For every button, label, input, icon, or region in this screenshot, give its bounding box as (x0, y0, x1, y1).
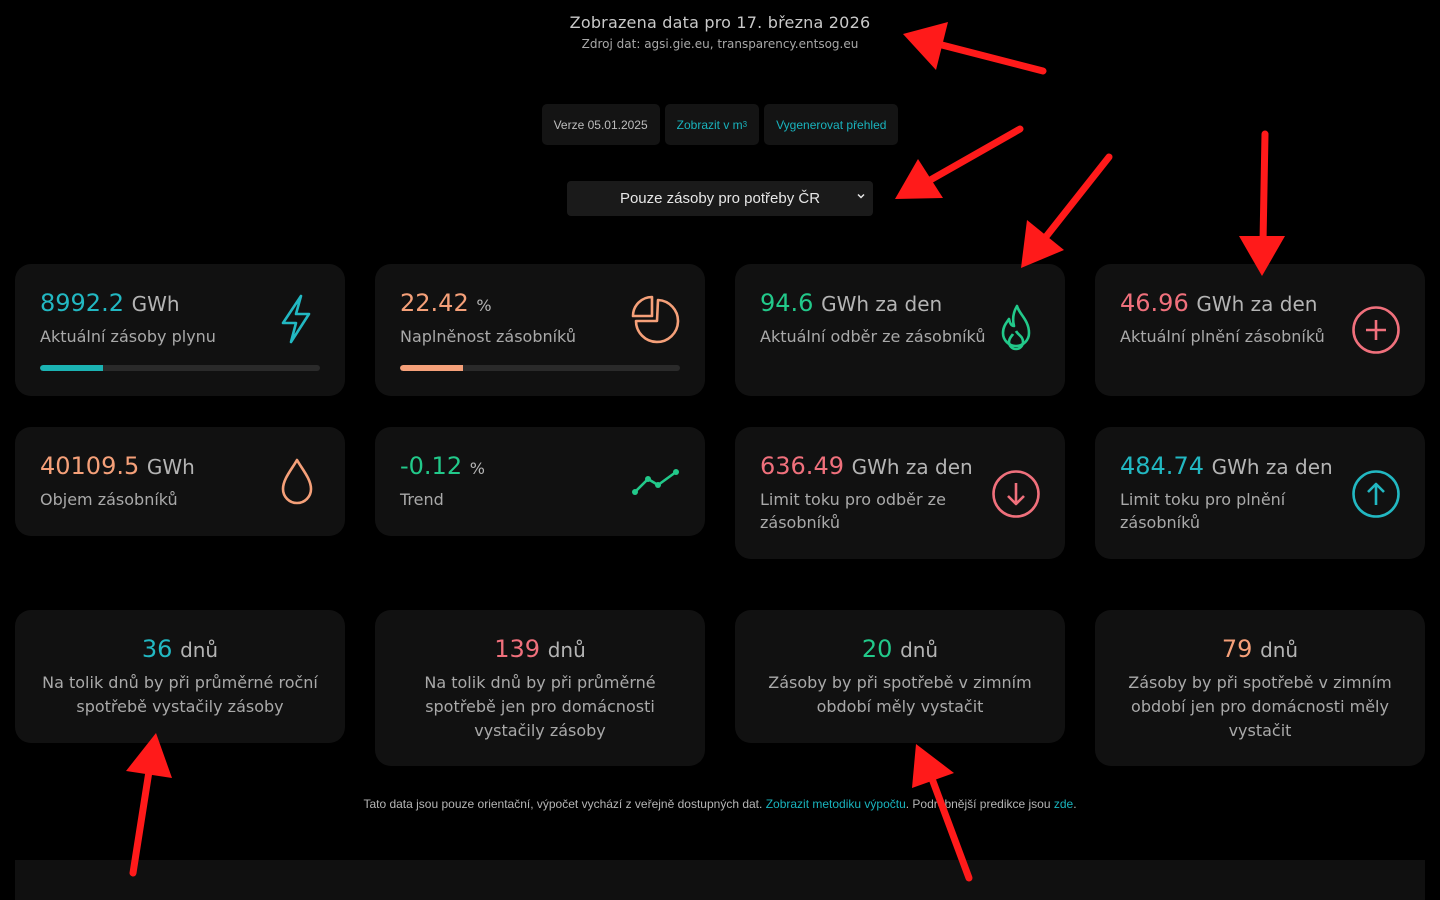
drop-icon (281, 458, 313, 505)
data-source: Zdroj dat: agsi.gie.eu, transparency.ent… (581, 37, 859, 51)
days-unit: dnů (547, 638, 586, 662)
m3-superscript: 3 (742, 120, 748, 129)
days-number: 79 (1221, 635, 1253, 663)
stat-label: Aktuální plnění zásobníků (1120, 327, 1325, 346)
stat-label: Aktuální odběr ze zásobníků (760, 327, 986, 346)
pie-chart-icon (631, 295, 680, 344)
stat-number: 636.49 (760, 452, 844, 480)
fill-progress-fill (400, 365, 463, 371)
days-number: 20 (861, 635, 893, 663)
stat-value: 94.6 GWh za den (760, 288, 942, 319)
days-label: Na tolik dnů by při průměrné spotřebě je… (424, 673, 656, 740)
days-value: 79 dnů (1095, 634, 1425, 665)
stat-value: 22.42 % (400, 288, 492, 321)
days-card-households: 139 dnů Na tolik dnů by při průměrné spo… (375, 610, 705, 766)
stat-label: Limit toku pro plnění zásobníků (1120, 490, 1286, 532)
days-card-winter: 20 dnů Zásoby by při spotřebě v zimním o… (735, 610, 1065, 743)
reserves-progress-bar (40, 365, 320, 371)
reserves-progress-fill (40, 365, 103, 371)
stat-number: 94.6 (760, 289, 814, 317)
header: Zobrazena data pro 17. března 2026 Zdroj… (0, 12, 1440, 51)
toolbar: Verze 05.01.2025 Zobrazit v m3 Vygenerov… (0, 104, 1440, 145)
days-value: 139 dnů (375, 634, 705, 665)
stat-unit: % (469, 459, 485, 478)
stat-card-withdrawal: 94.6 GWh za den Aktuální odběr ze zásobn… (735, 264, 1065, 396)
annotation-arrow (1239, 130, 1285, 276)
stat-unit: GWh za den (821, 292, 943, 316)
stat-unit: GWh za den (851, 455, 973, 479)
stat-number: 46.96 (1120, 289, 1189, 317)
show-m3-label: Zobrazit v m (676, 117, 743, 132)
annotation-arrow (1021, 153, 1113, 268)
storage-filter-select[interactable]: Pouze zásoby pro potřeby ČR (567, 181, 873, 216)
stat-card-withdrawal-limit: 636.49 GWh za den Limit toku pro odběr z… (735, 427, 1065, 559)
days-number: 36 (141, 635, 173, 663)
days-card-annual: 36 dnů Na tolik dnů by při průměrné ročn… (15, 610, 345, 743)
disclaimer: Tato data jsou pouze orientační, výpočet… (0, 797, 1440, 811)
days-number: 139 (494, 635, 541, 663)
days-label: Zásoby by při spotřebě v zimním období j… (1128, 673, 1392, 740)
days-unit: dnů (1260, 638, 1299, 662)
stat-value: -0.12 % (400, 451, 485, 484)
stat-value: 636.49 GWh za den (760, 451, 973, 482)
stat-unit: GWh (131, 292, 180, 316)
stat-number: 40109.5 (40, 452, 140, 480)
stat-number: 22.42 (400, 289, 469, 317)
stat-card-fill-level: 22.42 % Naplněnost zásobníků (375, 264, 705, 396)
stat-label: Limit toku pro odběr ze zásobníků (760, 490, 946, 532)
plus-circle-icon (1352, 306, 1400, 354)
stat-label: Naplněnost zásobníků (400, 327, 576, 346)
stat-value: 46.96 GWh za den (1120, 288, 1317, 319)
stat-card-gas-reserves: 8992.2 GWh Aktuální zásoby plynu (15, 264, 345, 396)
stat-card-injection: 46.96 GWh za den Aktuální plnění zásobní… (1095, 264, 1425, 396)
annotation-arrow (912, 744, 973, 882)
flame-icon (1001, 304, 1031, 351)
lightning-icon (281, 294, 311, 344)
chevron-down-icon (857, 193, 865, 199)
stat-unit: GWh za den (1196, 292, 1318, 316)
stat-number: -0.12 (400, 452, 463, 480)
days-value: 36 dnů (15, 634, 345, 665)
stat-unit: GWh za den (1211, 455, 1333, 479)
arrow-down-circle-icon (992, 470, 1040, 518)
bottom-panel (15, 860, 1425, 900)
storage-filter-value: Pouze zásoby pro potřeby ČR (619, 190, 821, 207)
version-button[interactable]: Verze 05.01.2025 (541, 104, 660, 145)
days-label: Zásoby by při spotřebě v zimním období m… (768, 673, 1032, 716)
arrow-up-circle-icon (1352, 470, 1400, 518)
stat-label: Objem zásobníků (40, 490, 178, 509)
days-value: 20 dnů (735, 634, 1065, 665)
stat-value: 8992.2 GWh (40, 288, 180, 319)
stat-label: Aktuální zásoby plynu (40, 327, 216, 346)
days-label: Na tolik dnů by při průměrné roční spotř… (42, 673, 318, 716)
stat-value: 40109.5 GWh (40, 451, 195, 482)
disclaimer-text-2: . Podrobnější predikce jsou (905, 797, 1051, 811)
stat-unit: % (476, 296, 492, 315)
days-unit: dnů (900, 638, 939, 662)
stat-number: 484.74 (1120, 452, 1204, 480)
days-card-winter-households: 79 dnů Zásoby by při spotřebě v zimním o… (1095, 610, 1425, 766)
stat-card-capacity: 40109.5 GWh Objem zásobníků (15, 427, 345, 536)
stat-number: 8992.2 (40, 289, 124, 317)
days-unit: dnů (180, 638, 219, 662)
show-m3-button[interactable]: Zobrazit v m3 (664, 104, 760, 145)
stat-value: 484.74 GWh za den (1120, 451, 1333, 482)
stat-unit: GWh (146, 455, 195, 479)
fill-progress-bar (400, 365, 680, 371)
stat-card-trend: -0.12 % Trend (375, 427, 705, 536)
trend-icon (632, 469, 679, 495)
date-title: Zobrazena data pro 17. března 2026 (569, 13, 871, 32)
predictions-link[interactable]: zde (1054, 797, 1073, 811)
disclaimer-text: Tato data jsou pouze orientační, výpočet… (363, 797, 763, 811)
stat-label: Trend (400, 490, 444, 509)
disclaimer-end: . (1073, 797, 1077, 811)
stat-card-injection-limit: 484.74 GWh za den Limit toku pro plnění … (1095, 427, 1425, 559)
generate-overview-button[interactable]: Vygenerovat přehled (764, 104, 899, 145)
methodology-link[interactable]: Zobrazit metodiku výpočtu (766, 797, 906, 811)
